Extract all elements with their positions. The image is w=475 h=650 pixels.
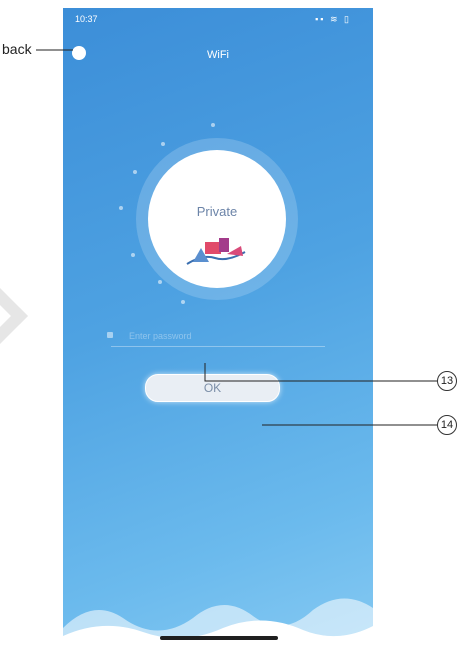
annotation-lines [36, 49, 437, 426]
callout-14: 14 [437, 415, 457, 435]
callout-13: 13 [437, 371, 457, 391]
